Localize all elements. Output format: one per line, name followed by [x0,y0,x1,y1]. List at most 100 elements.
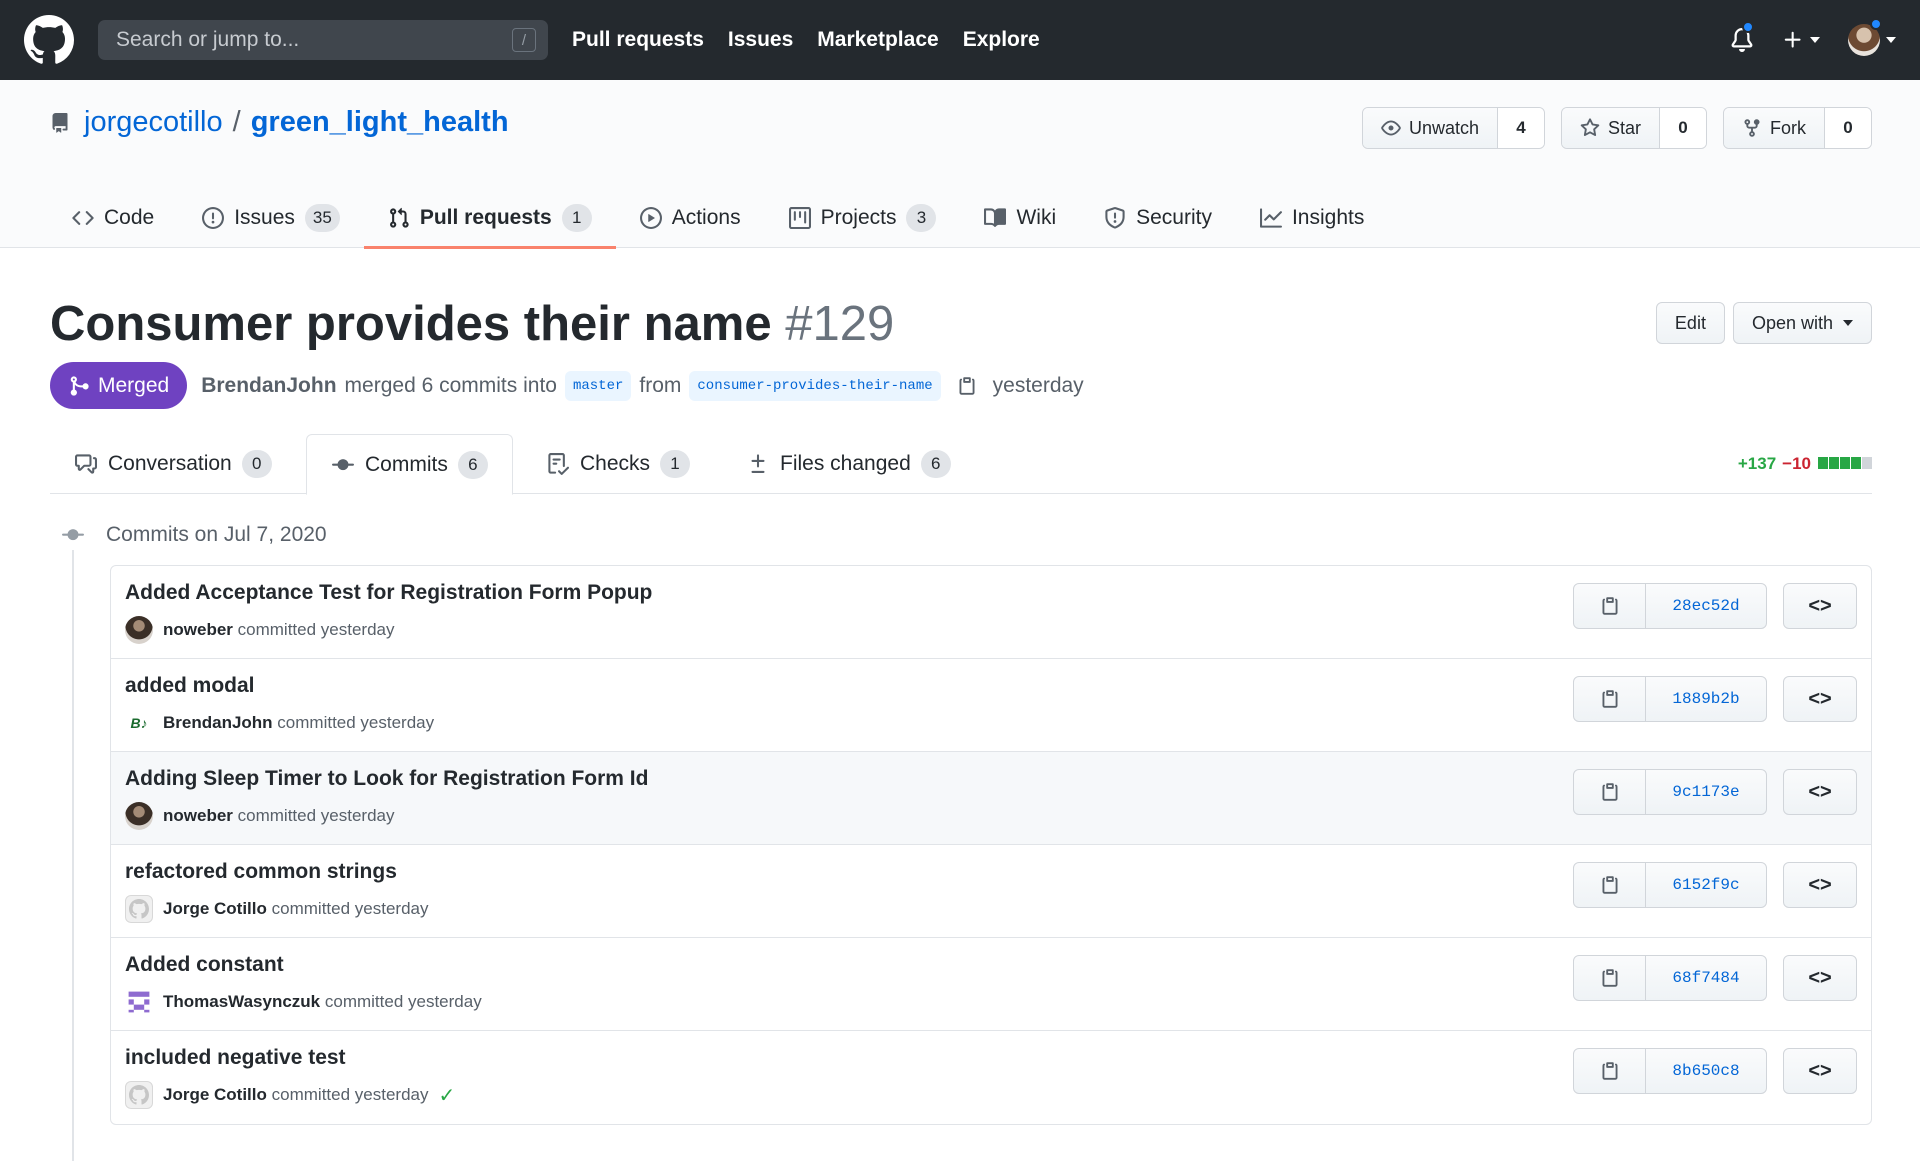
unwatch-button[interactable]: Unwatch [1362,108,1498,148]
commit-message-link[interactable]: included negative test [125,1046,346,1070]
commit-sha-link[interactable]: 6152f9c [1646,863,1766,907]
commit-message-link[interactable]: refactored common strings [125,860,397,884]
repo-owner-link[interactable]: jorgecotillo [84,106,223,139]
star-icon [1580,118,1600,137]
pr-author-link[interactable]: BrendanJohn [201,374,336,398]
head-branch[interactable]: consumer-provides-their-name [689,370,941,401]
avatar[interactable] [125,1081,153,1109]
copy-sha-button[interactable] [1574,677,1646,721]
nav-issues[interactable]: Issues [728,28,793,52]
fork-button[interactable]: Fork [1724,108,1825,148]
nav-marketplace[interactable]: Marketplace [817,28,938,52]
browse-repository-button[interactable]: <> [1783,769,1857,815]
git-commit-icon [332,458,354,470]
commit-meta: Jorge Cotillo committed yesterday ✓ [125,1081,455,1109]
tab-actions[interactable]: Actions [616,188,765,248]
avatar[interactable] [125,802,153,830]
commit-author-link[interactable]: ThomasWasynczuk [163,992,320,1011]
tab-projects[interactable]: Projects 3 [765,188,961,248]
commit-sha-link[interactable]: 68f7484 [1646,956,1766,1000]
copy-sha-button[interactable] [1574,1049,1646,1093]
nav-pull-requests[interactable]: Pull requests [572,28,704,52]
clipboard-icon [1602,969,1617,987]
github-logo-icon[interactable] [24,15,74,65]
commit-author-link[interactable]: Jorge Cotillo [163,1085,267,1104]
clipboard-icon[interactable] [957,375,977,397]
search-shortcut-key: / [512,28,536,52]
create-new-button[interactable] [1782,29,1820,51]
clipboard-icon [1602,876,1617,894]
commit-author-link[interactable]: noweber [163,806,233,825]
tab-label: Checks [580,452,651,475]
open-with-button[interactable]: Open with [1732,302,1872,344]
play-icon [639,207,662,229]
code-icon: <> [1808,966,1832,989]
commit-sha-link[interactable]: 9c1173e [1646,770,1766,814]
tab-files-changed[interactable]: Files changed 6 [746,434,951,494]
deletions-count: −10 [1782,454,1811,473]
avatar[interactable] [125,988,153,1016]
user-menu-button[interactable] [1848,18,1896,56]
tab-checks[interactable]: Checks 1 [546,434,691,494]
repo-name-link[interactable]: green_light_health [251,106,509,139]
tab-commits[interactable]: Commits 6 [306,434,513,495]
commits-date-label: Commits on Jul 7, 2020 [106,523,327,546]
additions-count: +137 [1737,454,1777,473]
commit-sha-link[interactable]: 8b650c8 [1646,1049,1766,1093]
nav-explore[interactable]: Explore [963,28,1040,52]
commit-author-link[interactable]: noweber [163,620,233,639]
commit-message-link[interactable]: Adding Sleep Timer to Look for Registrat… [125,767,648,791]
tab-insights[interactable]: Insights [1236,188,1388,248]
copy-sha-button[interactable] [1574,956,1646,1000]
issues-counter: 35 [304,204,340,232]
chevron-down-icon [1810,37,1820,43]
tab-issues[interactable]: Issues 35 [178,188,364,248]
browse-repository-button[interactable]: <> [1783,862,1857,908]
browse-repository-button[interactable]: <> [1783,583,1857,629]
avatar[interactable]: B♪ [125,709,153,737]
commit-actions: 8b650c8 <> [1573,1048,1857,1094]
files-counter: 6 [920,450,951,478]
avatar[interactable] [125,616,153,644]
base-branch[interactable]: master [564,370,632,401]
git-merge-icon [70,375,89,396]
plus-icon [1784,31,1801,48]
star-button[interactable]: Star [1561,108,1660,148]
open-with-label: Open with [1751,312,1833,333]
forks-count[interactable]: 0 [1825,108,1871,148]
avatar[interactable] [125,895,153,923]
copy-sha-button[interactable] [1574,863,1646,907]
edit-button[interactable]: Edit [1655,302,1725,344]
commit-message-link[interactable]: Added constant [125,953,284,977]
notifications-button[interactable] [1730,21,1754,53]
tab-label: Wiki [1016,206,1057,229]
tab-pull-requests[interactable]: Pull requests 1 [363,188,616,249]
fork-label: Fork [1770,117,1806,138]
commit-actions: 28ec52d <> [1573,583,1857,629]
tab-security[interactable]: Security [1080,188,1236,248]
tab-label: Commits [365,452,448,476]
copy-sha-button[interactable] [1574,770,1646,814]
commit-sha-link[interactable]: 28ec52d [1646,584,1766,628]
commit-message-link[interactable]: added modal [125,674,255,698]
commit-author-link[interactable]: BrendanJohn [163,713,273,732]
tab-code[interactable]: Code [72,188,178,248]
commit-author-link[interactable]: Jorge Cotillo [163,899,267,918]
commit-sha-link[interactable]: 1889b2b [1646,677,1766,721]
browse-repository-button[interactable]: <> [1783,955,1857,1001]
commit-message-link[interactable]: Added Acceptance Test for Registration F… [125,581,652,605]
browse-repository-button[interactable]: <> [1783,676,1857,722]
search-input[interactable]: Search or jump to... / [98,20,548,60]
check-icon[interactable]: ✓ [438,1083,455,1108]
tab-conversation[interactable]: Conversation 0 [74,434,272,494]
github-logo-icon [129,899,149,919]
tab-wiki[interactable]: Wiki [960,188,1080,248]
status-badge: Merged [50,362,188,409]
from-text: from [639,373,682,397]
diffstat-block [1829,457,1839,469]
stargazers-count[interactable]: 0 [1660,108,1706,148]
watchers-count[interactable]: 4 [1497,108,1544,148]
pr-number: #129 [785,297,895,351]
copy-sha-button[interactable] [1574,584,1646,628]
browse-repository-button[interactable]: <> [1783,1048,1857,1094]
